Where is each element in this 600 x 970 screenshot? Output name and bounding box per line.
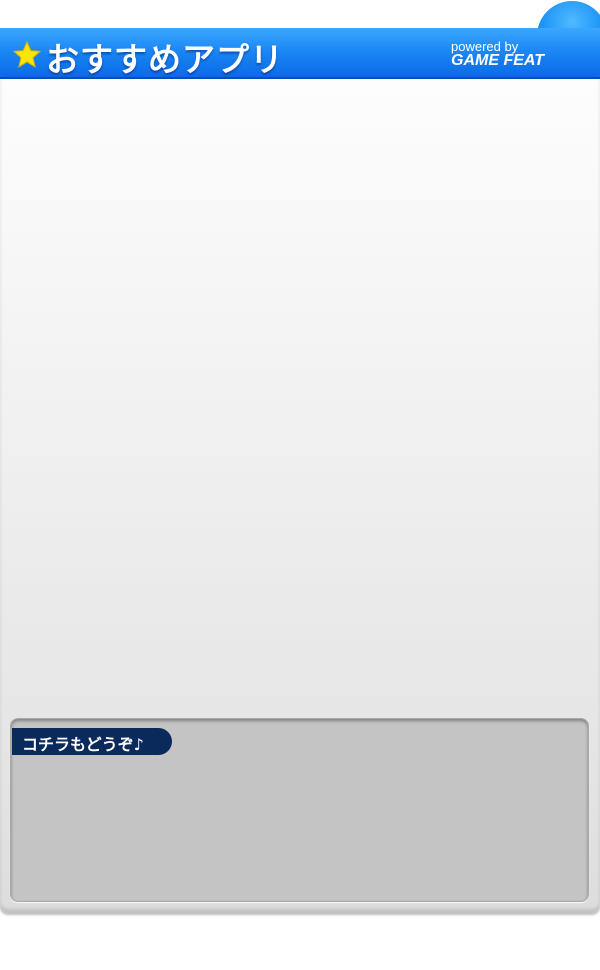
star-icon [12, 40, 42, 68]
panel-title: おすすめアプリ [46, 40, 284, 79]
sub-recommend-label: コチラもどうぞ♪ [22, 735, 144, 754]
recommended-apps-panel: おすすめアプリ powered by GAME FEAT コチラもどうぞ♪ [0, 0, 600, 913]
brand-logo[interactable]: GAME FEAT [451, 52, 544, 70]
